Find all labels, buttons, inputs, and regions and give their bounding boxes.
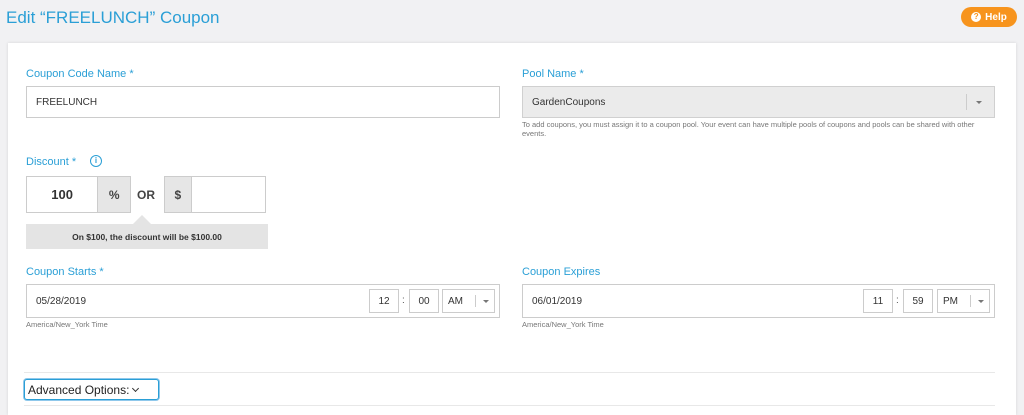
info-icon[interactable]: i [90, 155, 102, 167]
pool-name-select[interactable]: GardenCoupons [522, 86, 995, 118]
or-separator: OR [137, 188, 155, 202]
chevron-down-icon [483, 300, 489, 303]
select-divider [966, 94, 967, 110]
discount-dollar-input[interactable] [192, 177, 265, 212]
discount-percent-input[interactable]: 100 [27, 177, 97, 212]
pool-help-text: To add coupons, you must assign it to a … [522, 120, 975, 138]
coupon-expires-label: Coupon Expires [522, 266, 601, 278]
pool-name-value: GardenCoupons [532, 96, 606, 108]
page-title: Edit “FREELUNCH” Coupon [6, 8, 220, 27]
chevron-down-icon [978, 300, 984, 303]
select-divider [970, 295, 971, 307]
time-colon: : [402, 295, 405, 306]
help-button-label: Help [985, 11, 1007, 23]
help-button[interactable]: ? Help [961, 7, 1017, 27]
discount-dollar-group: $ [164, 176, 266, 213]
expire-timezone: America/New_York Time [522, 320, 604, 329]
start-ampm-value: AM [448, 295, 463, 307]
expire-ampm-value: PM [943, 295, 958, 307]
select-divider [475, 295, 476, 307]
section-divider [24, 405, 995, 406]
chevron-down-icon [132, 384, 140, 392]
advanced-options-toggle[interactable]: Advanced Options: [24, 379, 159, 400]
time-colon: : [896, 295, 899, 306]
start-hour-input[interactable]: 12 [369, 289, 399, 313]
discount-note: On $100, the discount will be $100.00 [26, 224, 268, 249]
dollar-addon: $ [165, 177, 192, 212]
chevron-down-icon [976, 101, 982, 104]
start-ampm-select[interactable]: AM [442, 289, 495, 313]
discount-label: Discount * [26, 156, 77, 168]
coupon-code-input[interactable]: FREELUNCH [26, 86, 500, 118]
coupon-starts-label: Coupon Starts * [26, 266, 104, 278]
expire-hour-input[interactable]: 11 [863, 289, 893, 313]
coupon-code-label: Coupon Code Name * [26, 68, 134, 80]
discount-percent-group: 100 % [26, 176, 131, 213]
start-timezone: America/New_York Time [26, 320, 108, 329]
expire-date-input[interactable]: 06/01/2019 [532, 296, 582, 307]
question-icon: ? [971, 12, 982, 22]
pool-name-label: Pool Name * [522, 68, 584, 80]
expire-ampm-select[interactable]: PM [937, 289, 990, 313]
percent-addon: % [97, 177, 130, 212]
expire-minute-input[interactable]: 59 [903, 289, 933, 313]
section-divider [24, 372, 995, 373]
advanced-options-label: Advanced Options: [28, 382, 130, 397]
start-date-input[interactable]: 05/28/2019 [36, 296, 86, 307]
discount-note-arrow [133, 215, 151, 224]
start-minute-input[interactable]: 00 [409, 289, 439, 313]
coupon-form-panel: Coupon Code Name * FREELUNCH Pool Name *… [8, 43, 1016, 415]
